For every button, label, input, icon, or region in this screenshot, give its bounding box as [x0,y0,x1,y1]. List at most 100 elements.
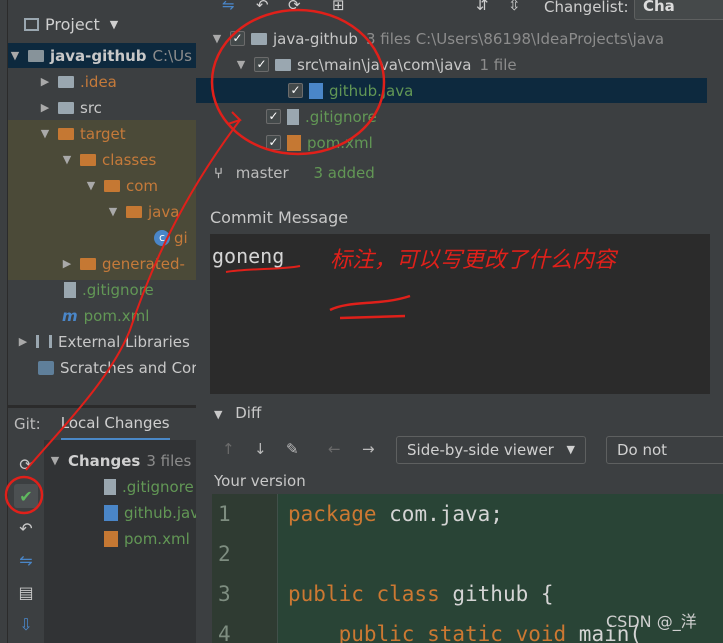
commit-toolbar: ⇋ ↶ ⟳ ⊞ ⇵ ⇳ Changelist: Cha [196,0,723,20]
checkbox-checked[interactable]: ✓ [288,83,303,98]
expand-all-icon[interactable]: ⇵ [476,0,489,14]
tree-item-target[interactable]: ▼ target [38,121,126,146]
checkbox-checked[interactable]: ✓ [266,135,281,150]
folder-icon [275,58,291,71]
chevron-down-icon[interactable]: ▼ [106,205,120,218]
git-vertical-toolbar: ⟳ ✔ ↶ ⇋ ▤ ⇩ [8,444,42,643]
module-folder-icon [28,49,44,62]
line-number: 1 [218,502,231,526]
arrow-down-icon[interactable]: ↓ [254,440,267,458]
tree-item-java-github[interactable]: ▼ java-github C:\Us [8,43,196,68]
tree-item-generated[interactable]: ▶ generated- [60,251,185,276]
tree-item-label: .gitignore [82,280,154,299]
checkbox-checked[interactable]: ✓ [230,31,245,46]
commit-checkmark-icon[interactable]: ✔ [14,484,38,508]
project-folder-icon [24,17,39,31]
shelve-icon[interactable]: ⇋ [222,0,235,14]
checkbox-checked[interactable]: ✓ [266,109,281,124]
chevron-down-icon[interactable]: ▼ [38,127,52,140]
commit-message-label: Commit Message [210,208,349,227]
collapse-all-icon[interactable]: ⇳ [508,0,521,14]
gitignore-icon [287,108,299,125]
project-header[interactable]: Project ▼ [8,10,196,38]
viewer-select-value: Side-by-side viewer [407,441,554,459]
chevron-down-icon[interactable]: ▼ [8,49,22,62]
ignore-select-value: Do not [617,441,668,459]
code-token: package [288,502,390,526]
commit-tree-root[interactable]: ▼ ✓ java-github 3 files C:\Users\86198\I… [210,26,664,51]
your-version-label: Your version [214,472,306,490]
diff-section-header[interactable]: ▼ Diff [214,404,261,422]
code-token: public class [288,582,453,606]
tree-item-github-class[interactable]: c gi [154,225,188,250]
checkbox-checked[interactable]: ✓ [254,57,269,72]
tree-item-label: .idea [80,72,117,91]
folder-icon [58,127,74,140]
arrow-left-icon[interactable]: ← [328,440,341,458]
xml-file-icon [104,530,118,547]
tree-item-path: C:\Us [152,46,192,65]
commit-tree-gitignore[interactable]: ✓ .gitignore [266,104,377,129]
commit-changes-tree: ▼ ✓ java-github 3 files C:\Users\86198\I… [196,26,707,158]
tree-item-label: target [80,124,126,143]
chevron-down-icon[interactable]: ▼ [110,18,118,31]
chevron-down-icon[interactable]: ▼ [84,179,98,192]
tree-item-scratches[interactable]: Scratches and Cor [38,355,196,380]
git-tool-window: Git: Local Changes ⟳ ✔ ↶ ⇋ ▤ ⇩ ▼ Changes… [8,408,199,643]
tree-item-label: generated- [102,254,185,273]
tree-item-java[interactable]: ▼ java [106,199,180,224]
changelist-select[interactable]: Cha [634,0,723,20]
refresh-icon[interactable]: ⟳ [14,452,38,476]
code-token: com.java; [389,502,503,526]
chevron-down-icon[interactable]: ▼ [234,58,248,71]
chevron-right-icon[interactable]: ▶ [16,335,30,348]
tree-item-label: com [126,176,159,195]
tree-item-pom[interactable]: m pom.xml [62,303,149,328]
commit-tree-package[interactable]: ▼ ✓ src\main\java\com\java 1 file [234,52,517,77]
tab-local-changes[interactable]: Local Changes [60,408,170,440]
chevron-right-icon[interactable]: ▶ [38,75,52,88]
tree-item-external-libraries[interactable]: ▶ External Libraries [16,329,190,354]
tree-item-classes[interactable]: ▼ classes [60,147,157,172]
changes-group[interactable]: ▼ Changes 3 files [48,448,192,473]
diff-icon[interactable]: ▤ [14,580,38,604]
tree-item-label: External Libraries [58,332,190,351]
group-by-icon[interactable]: ⊞ [332,0,345,14]
commit-tree-pom[interactable]: ✓ pom.xml [266,130,373,155]
csdn-watermark: CSDN @_洋 [606,612,697,631]
tree-item-gitignore[interactable]: .gitignore [64,277,154,302]
tree-item-idea[interactable]: ▶ .idea [38,69,117,94]
java-file-icon [309,82,323,99]
change-file-github[interactable]: github.jav [104,500,199,525]
refresh-icon[interactable]: ⟳ [288,0,301,14]
chevron-right-icon[interactable]: ▶ [38,101,52,114]
local-changes-list: ▼ Changes 3 files .gitignore github.jav … [44,440,199,643]
arrow-up-icon[interactable]: ↑ [222,440,235,458]
folder-icon [126,205,142,218]
chevron-right-icon[interactable]: ▶ [60,257,74,270]
tree-item-src[interactable]: ▶ src [38,95,102,120]
diff-label: Diff [235,404,262,422]
shelve-icon[interactable]: ⇋ [14,548,38,572]
arrow-right-icon[interactable]: → [362,440,375,458]
tree-item-detail: 1 file [479,55,517,74]
tree-item-label: pom.xml [83,306,150,325]
folder-icon [58,101,74,114]
edit-icon[interactable]: ✎ [286,440,299,458]
change-file-pom[interactable]: pom.xml [104,526,190,551]
ignore-whitespace-select[interactable]: Do not [606,436,723,464]
changes-count: 3 files [146,451,192,470]
chevron-down-icon[interactable]: ▼ [48,454,62,467]
tree-item-com[interactable]: ▼ com [84,173,158,198]
commit-tree-github-java[interactable]: ✓ github.java [196,78,707,103]
rollback-icon[interactable]: ↶ [256,0,269,14]
tree-item-label: java-github [50,46,147,65]
update-icon[interactable]: ⇩ [14,612,38,636]
tree-item-label: github.java [329,81,414,100]
change-file-gitignore[interactable]: .gitignore [104,474,194,499]
rollback-icon[interactable]: ↶ [14,516,38,540]
chevron-down-icon[interactable]: ▼ [60,153,74,166]
chevron-down-icon[interactable]: ▼ [210,32,224,45]
changelist-label: Changelist: [544,0,629,16]
viewer-select[interactable]: Side-by-side viewer ▼ [396,436,586,464]
